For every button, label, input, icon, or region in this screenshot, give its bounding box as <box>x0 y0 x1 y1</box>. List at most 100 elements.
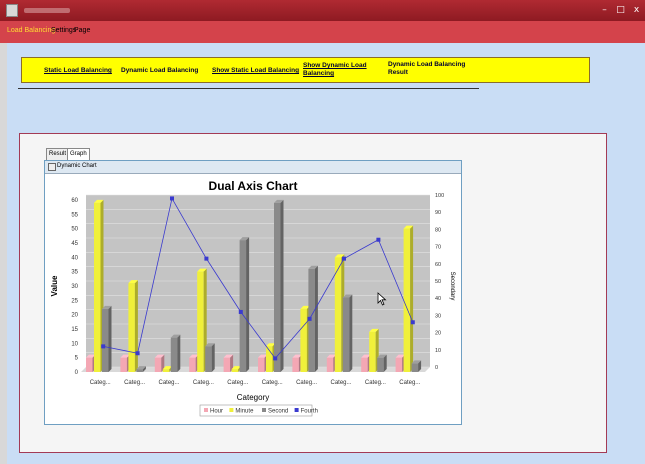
y2-tick-label: 60 <box>435 262 441 268</box>
x-tick-label: Categ... <box>330 380 351 386</box>
bar-second <box>239 240 247 372</box>
dual-axis-chart: Dual Axis Chart 0 5 10 15 20 25 30 35 40 45 50 55 60 0… <box>50 179 455 417</box>
bar-side-second <box>314 265 318 372</box>
bar-second <box>102 308 109 372</box>
bar-second <box>136 369 143 372</box>
bar-minute <box>300 308 307 372</box>
y-tick-label: 20 <box>71 313 78 319</box>
legend-label-second: Second <box>268 409 288 415</box>
bar-hour <box>292 357 299 372</box>
bar-minute <box>231 369 239 372</box>
legend-label-fourth: Fourth <box>301 409 318 415</box>
bar-hour <box>326 357 334 372</box>
bar-minute <box>162 369 170 372</box>
bar-minute <box>94 202 101 372</box>
bar-hour <box>395 357 403 372</box>
y2-tick-label: 90 <box>435 210 441 216</box>
tab-result[interactable]: Result <box>46 148 70 160</box>
legend-swatch <box>229 408 234 412</box>
y-tick-label: 25 <box>71 298 78 304</box>
y2-axis-label: Secondary <box>449 272 455 301</box>
bar-hour <box>223 357 231 372</box>
line-point <box>307 316 312 321</box>
legend-swatch <box>204 408 208 412</box>
line-point <box>135 351 140 356</box>
nav-dynamic-load-balancing[interactable]: Dynamic Load Balancing <box>121 67 198 75</box>
y-tick-label: 35 <box>71 270 78 276</box>
app-icon <box>6 4 18 17</box>
maximize-icon[interactable]: □ <box>614 4 627 16</box>
bar-second <box>342 297 350 372</box>
y2-tick-label: 40 <box>435 296 441 302</box>
bar-side-minute <box>134 280 138 372</box>
y-tick-label: 50 <box>71 227 78 233</box>
y2-tick-label: 10 <box>435 348 441 354</box>
tab-page[interactable]: Page <box>74 27 90 34</box>
menu-tabbar: Load Balancing Settings Page <box>0 21 645 43</box>
nav-static-load-balancing[interactable]: Static Load Balancing <box>44 67 112 75</box>
y-axis-label: Value <box>50 275 59 296</box>
y-tick-label: 60 <box>71 198 78 204</box>
line-point <box>410 320 415 325</box>
nav-show-dynamic-line2: Balancing <box>303 70 335 77</box>
line-point <box>376 237 381 242</box>
x-axis-label: Category <box>237 393 269 402</box>
x-tick-label: Categ... <box>124 380 145 386</box>
y-tick-label: 5 <box>75 356 79 362</box>
bar-hour <box>120 357 127 372</box>
bar-minute <box>197 271 204 372</box>
y-tick-label: 45 <box>71 241 78 247</box>
nav-bar: Static Load Balancing Dynamic Load Balan… <box>21 57 590 83</box>
x-tick-label: Categ... <box>365 380 386 386</box>
y2-tick-label: 100 <box>435 193 444 199</box>
bar-second <box>377 357 384 372</box>
chart-window-header: Dynamic Chart <box>45 161 461 174</box>
chart-window-title: Dynamic Chart <box>57 163 97 169</box>
x-tick-label: Categ... <box>262 380 283 386</box>
line-point <box>238 309 243 314</box>
bar-side-second <box>349 294 353 372</box>
y2-tick-label: 20 <box>435 331 441 337</box>
y2-tick-label: 30 <box>435 313 441 319</box>
y2-tick-label: 70 <box>435 245 441 251</box>
chart-frame: Dynamic Chart Dual Axis Chart 0 5 10 15 20 25 3… <box>44 160 462 425</box>
minimize-icon[interactable]: – <box>598 4 611 16</box>
tab-settings[interactable]: Settings <box>51 27 76 34</box>
mouse-cursor-icon <box>377 292 387 306</box>
bar-second <box>205 346 212 372</box>
y2-tick-label: 0 <box>435 365 438 371</box>
bar-minute <box>403 228 411 372</box>
close-icon[interactable]: x <box>630 4 643 16</box>
bar-second <box>274 202 281 372</box>
nav-show-dynamic-load-balancing[interactable]: Show Dynamic Load Balancing <box>303 62 367 78</box>
bar-hour <box>189 357 196 372</box>
x-tick-label: Categ... <box>90 380 111 386</box>
chart-window-icon <box>48 163 56 171</box>
window-titlebar: – □ x <box>0 0 645 21</box>
y-tick-label: 40 <box>71 255 78 261</box>
nav-show-static-load-balancing[interactable]: Show Static Load Balancing <box>212 67 299 75</box>
legend-swatch <box>262 408 266 412</box>
y-tick-label: 0 <box>75 370 79 376</box>
left-border <box>0 43 7 464</box>
x-tick-label: Categ... <box>158 380 179 386</box>
tab-load-balancing[interactable]: Load Balancing <box>7 27 55 34</box>
x-tick-label: Categ... <box>399 380 420 386</box>
bar-side-second <box>177 334 181 372</box>
nav-dynamic-load-balancing-result[interactable]: Dynamic Load Balancing Result <box>388 61 465 77</box>
y2-tick-label: 50 <box>435 279 441 285</box>
bar-second <box>170 337 178 372</box>
bar-hour <box>86 357 93 372</box>
line-point <box>204 256 209 261</box>
x-tick-label: Categ... <box>296 380 317 386</box>
bar-hour <box>154 357 162 372</box>
line-point <box>342 256 346 261</box>
legend-swatch <box>294 408 299 412</box>
tab-graph[interactable]: Graph <box>67 148 90 160</box>
y2-tick-label: 80 <box>435 227 441 233</box>
bar-side-second <box>246 237 250 372</box>
nav-show-dynamic-line1: Show Dynamic Load <box>303 62 367 69</box>
bar-minute <box>334 257 342 372</box>
bar-side-second <box>280 199 284 372</box>
legend-label-minute: Minute <box>235 409 254 415</box>
